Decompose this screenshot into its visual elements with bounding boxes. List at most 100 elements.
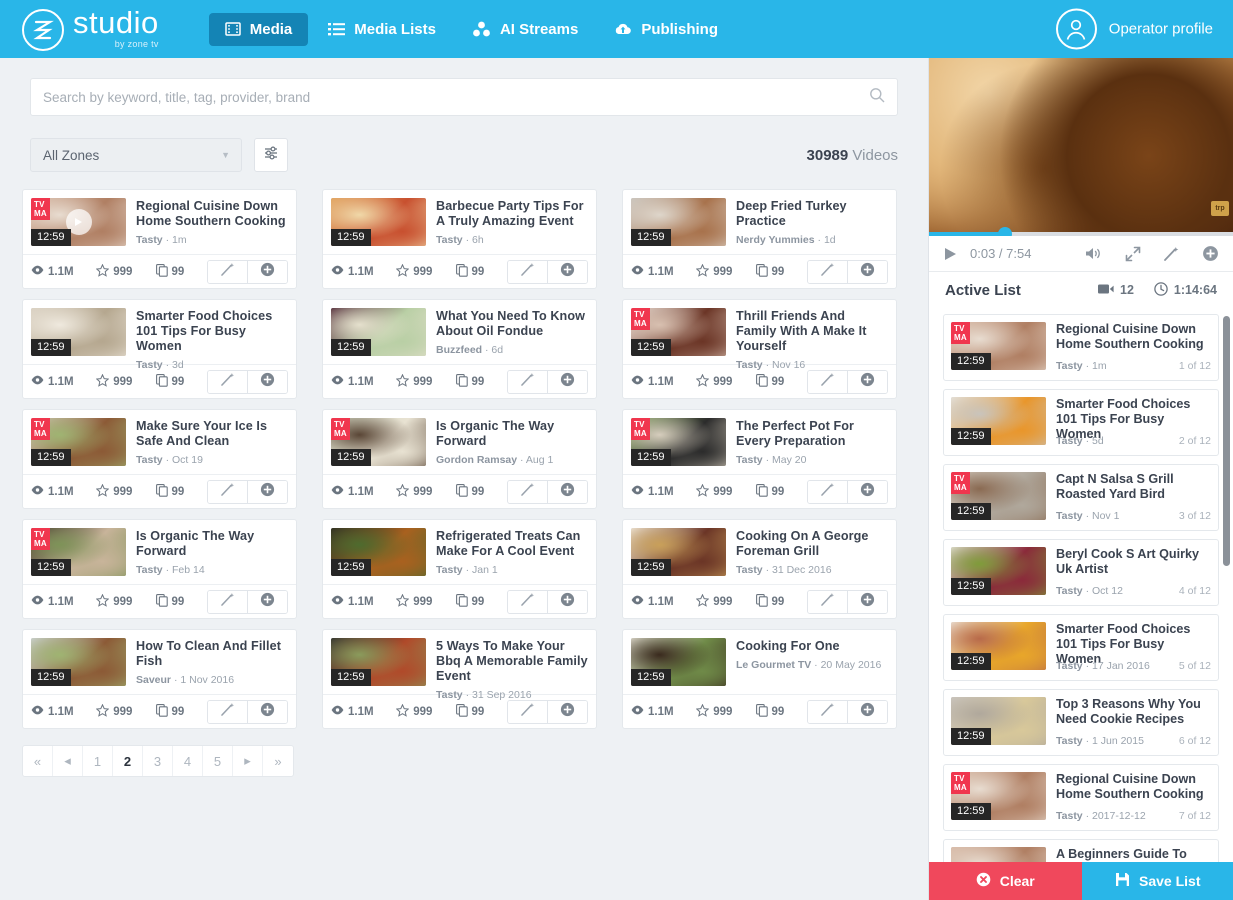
- add-to-list-button[interactable]: [547, 260, 587, 283]
- media-thumbnail[interactable]: TV MA 12:59: [31, 418, 126, 466]
- media-thumbnail[interactable]: 12:59: [331, 198, 426, 246]
- magic-wand-icon[interactable]: [1163, 246, 1180, 262]
- media-card[interactable]: TV MA 12:59 Thrill Friends And Family With …: [622, 299, 897, 399]
- magic-wand-button[interactable]: [807, 260, 848, 283]
- add-to-list-button[interactable]: [247, 260, 287, 283]
- add-to-list-button[interactable]: [547, 590, 587, 613]
- media-card-body[interactable]: 12:59 Cooking For One Le Gourmet TV · 20 M…: [623, 630, 896, 694]
- media-card-body[interactable]: 12:59 Deep Fried Turkey Practice Nerdy Yum…: [623, 190, 896, 254]
- pagination-page-4[interactable]: 4: [173, 746, 203, 776]
- magic-wand-button[interactable]: [207, 700, 248, 723]
- media-card[interactable]: TV MA 12:59 Make Sure Your Ice Is Safe And …: [22, 409, 297, 509]
- nav-item-media[interactable]: Media: [208, 12, 309, 46]
- media-card[interactable]: 12:59 What You Need To Know About Oil Fon…: [322, 299, 597, 399]
- add-to-list-button[interactable]: [247, 590, 287, 613]
- nav-item-publishing[interactable]: Publishing: [598, 13, 734, 46]
- add-to-list-button[interactable]: [547, 370, 587, 393]
- media-card[interactable]: 12:59 Deep Fried Turkey Practice Nerdy Yum…: [622, 189, 897, 289]
- media-card[interactable]: 12:59 Barbecue Party Tips For A Truly Ama…: [322, 189, 597, 289]
- add-to-list-button[interactable]: [547, 480, 587, 503]
- media-thumbnail[interactable]: 12:59: [331, 308, 426, 356]
- media-card-body[interactable]: 12:59 5 Ways To Make Your Bbq A Memorable…: [323, 630, 596, 701]
- media-card-body[interactable]: TV MA 12:59 Is Organic The Way Forward Gordo…: [323, 410, 596, 474]
- media-card[interactable]: 12:59 Cooking For One Le Gourmet TV · 20 M…: [622, 629, 897, 729]
- media-card-body[interactable]: 12:59 Refrigerated Treats Can Make For A …: [323, 520, 596, 584]
- play-icon[interactable]: [943, 246, 958, 262]
- plus-circle-icon[interactable]: [1202, 245, 1219, 262]
- active-list-item[interactable]: 12:59 Smarter Food Choices 101 Tips For B…: [943, 389, 1219, 456]
- active-list-scrollbar[interactable]: [1223, 316, 1230, 871]
- media-thumbnail[interactable]: 12:59: [631, 638, 726, 686]
- add-to-list-button[interactable]: [847, 260, 887, 283]
- media-thumbnail[interactable]: TV MA 12:59: [631, 418, 726, 466]
- pagination-page-3[interactable]: 3: [143, 746, 173, 776]
- add-to-list-button[interactable]: [247, 480, 287, 503]
- media-thumbnail[interactable]: 12:59: [951, 547, 1046, 595]
- media-thumbnail[interactable]: 12:59: [331, 638, 426, 686]
- active-list-item[interactable]: TV MA 12:59 Regional Cuisine Down Home Sout…: [943, 314, 1219, 381]
- add-to-list-button[interactable]: [847, 590, 887, 613]
- search-box[interactable]: [30, 78, 898, 116]
- media-thumbnail[interactable]: 12:59: [951, 697, 1046, 745]
- media-thumbnail[interactable]: 12:59: [331, 528, 426, 576]
- player-progress-knob[interactable]: [998, 227, 1013, 236]
- media-thumbnail[interactable]: 12:59: [31, 638, 126, 686]
- search-input[interactable]: [43, 89, 869, 105]
- nav-item-ai-streams[interactable]: AI Streams: [456, 13, 594, 46]
- magic-wand-button[interactable]: [807, 590, 848, 613]
- media-thumbnail[interactable]: 12:59: [631, 528, 726, 576]
- video-player[interactable]: trp: [929, 58, 1233, 236]
- add-to-list-button[interactable]: [547, 700, 587, 723]
- media-thumbnail[interactable]: TV MA 12:59: [31, 528, 126, 576]
- magic-wand-button[interactable]: [207, 370, 248, 393]
- advanced-filter-button[interactable]: [254, 138, 288, 172]
- magic-wand-button[interactable]: [207, 590, 248, 613]
- pagination-page-2[interactable]: 2: [113, 746, 143, 776]
- pagination-next[interactable]: ▸: [233, 746, 263, 776]
- search-icon[interactable]: [869, 87, 885, 108]
- media-card[interactable]: TV MA 12:59 Is Organic The Way Forward Gordo…: [322, 409, 597, 509]
- pagination-prev[interactable]: ◂: [53, 746, 83, 776]
- pagination-last[interactable]: »: [263, 746, 293, 776]
- pagination-first[interactable]: «: [23, 746, 53, 776]
- media-thumbnail[interactable]: TV MA 12:59: [631, 308, 726, 356]
- active-list-item[interactable]: TV MA 12:59 Regional Cuisine Down Home Sout…: [943, 764, 1219, 831]
- media-thumbnail[interactable]: TV MA 12:59: [951, 472, 1046, 520]
- media-card[interactable]: 12:59 5 Ways To Make Your Bbq A Memorable…: [322, 629, 597, 729]
- volume-icon[interactable]: [1085, 246, 1103, 261]
- media-card-body[interactable]: TV MA 12:59 Make Sure Your Ice Is Safe And …: [23, 410, 296, 474]
- media-card[interactable]: TV MA 12:59 Is Organic The Way Forward Tasty…: [22, 519, 297, 619]
- active-list-item[interactable]: 12:59 Beryl Cook S Art Quirky Uk Artist Ta…: [943, 539, 1219, 606]
- app-logo[interactable]: studio by zone tv: [14, 7, 159, 51]
- media-card-body[interactable]: 12:59 What You Need To Know About Oil Fon…: [323, 300, 596, 364]
- media-thumbnail[interactable]: TV MA 12:59: [951, 772, 1046, 820]
- media-card[interactable]: 12:59 How To Clean And Fillet Fish Saveur …: [22, 629, 297, 729]
- scrollbar-thumb[interactable]: [1223, 316, 1230, 566]
- media-thumbnail[interactable]: 12:59: [631, 198, 726, 246]
- active-list-item[interactable]: 12:59 Smarter Food Choices 101 Tips For B…: [943, 614, 1219, 681]
- media-card-body[interactable]: TV MA 12:59 Regional Cuisine Down Home Sout…: [23, 190, 296, 254]
- operator-profile[interactable]: Operator profile: [1055, 8, 1213, 50]
- media-card-body[interactable]: TV MA 12:59 The Perfect Pot For Every Prepa…: [623, 410, 896, 474]
- media-thumbnail[interactable]: TV MA 12:59: [331, 418, 426, 466]
- pagination-page-5[interactable]: 5: [203, 746, 233, 776]
- clear-button[interactable]: Clear: [929, 862, 1082, 900]
- media-card-body[interactable]: 12:59 How To Clean And Fillet Fish Saveur …: [23, 630, 296, 694]
- add-to-list-button[interactable]: [847, 700, 887, 723]
- media-card[interactable]: TV MA 12:59 The Perfect Pot For Every Prepa…: [622, 409, 897, 509]
- zone-select[interactable]: All Zones ▼: [30, 138, 242, 172]
- magic-wand-button[interactable]: [807, 370, 848, 393]
- media-card-body[interactable]: 12:59 Barbecue Party Tips For A Truly Ama…: [323, 190, 596, 254]
- magic-wand-button[interactable]: [807, 700, 848, 723]
- magic-wand-button[interactable]: [207, 480, 248, 503]
- add-to-list-button[interactable]: [847, 480, 887, 503]
- magic-wand-button[interactable]: [507, 370, 548, 393]
- nav-item-media-lists[interactable]: Media Lists: [312, 13, 452, 46]
- magic-wand-button[interactable]: [807, 480, 848, 503]
- media-thumbnail[interactable]: TV MA 12:59: [31, 198, 126, 246]
- media-card[interactable]: TV MA 12:59 Regional Cuisine Down Home Sout…: [22, 189, 297, 289]
- media-thumbnail[interactable]: 12:59: [951, 397, 1046, 445]
- add-to-list-button[interactable]: [247, 700, 287, 723]
- active-list-item[interactable]: 12:59 Top 3 Reasons Why You Need Cookie R…: [943, 689, 1219, 756]
- media-thumbnail[interactable]: 12:59: [31, 308, 126, 356]
